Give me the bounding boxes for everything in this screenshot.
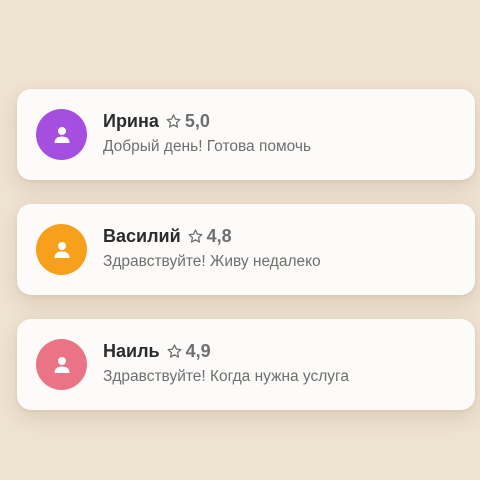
offer-message: Здравствуйте! Когда нужна услуга <box>103 368 349 385</box>
performer-name: Василий <box>103 226 181 246</box>
offer-message: Добрый день! Готова помочь <box>103 138 312 155</box>
offers-screen: Ирина 5,0 Добрый день! Готова помочь Вас… <box>0 0 480 480</box>
rating-value: 5,0 <box>184 111 210 131</box>
offer-card[interactable]: Василий 4,8 Здравствуйте! Живу недалеко <box>17 204 475 295</box>
offer-card[interactable]: Ирина 5,0 Добрый день! Готова помочь <box>17 89 475 180</box>
star-icon <box>165 113 182 130</box>
rating-value: 4,9 <box>185 341 211 361</box>
rating-value: 4,8 <box>206 226 232 246</box>
performer-name: Наиль <box>103 341 160 361</box>
star-icon <box>166 343 183 360</box>
user-icon <box>54 126 69 143</box>
avatar <box>36 109 87 160</box>
user-icon <box>54 241 69 258</box>
offer-message: Здравствуйте! Живу недалеко <box>103 253 321 270</box>
name-row: Василий 4,8 <box>103 226 232 247</box>
star-icon <box>187 228 204 245</box>
name-row: Ирина 5,0 <box>103 111 210 132</box>
avatar <box>36 224 87 275</box>
user-icon <box>54 356 69 373</box>
performer-name: Ирина <box>103 111 159 131</box>
avatar <box>36 339 87 390</box>
offer-card[interactable]: Наиль 4,9 Здравствуйте! Когда нужна услу… <box>17 319 475 410</box>
name-row: Наиль 4,9 <box>103 341 211 362</box>
